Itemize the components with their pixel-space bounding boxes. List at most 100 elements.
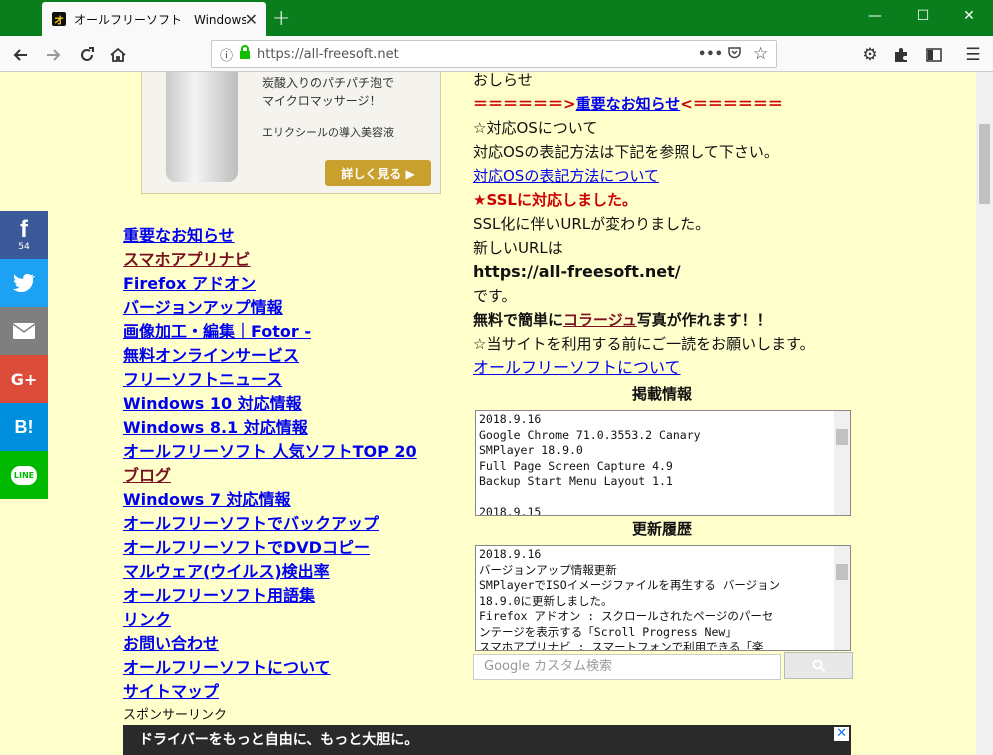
reload-icon[interactable] bbox=[74, 42, 100, 68]
share-bar: f 54 G+ B! LINE bbox=[0, 211, 48, 499]
important-notice-link[interactable]: 重要なお知らせ bbox=[576, 95, 681, 113]
gear-icon[interactable]: ⚙ bbox=[857, 42, 883, 68]
new-tab-button[interactable]: + bbox=[272, 6, 290, 31]
google-plus-share-button[interactable]: G+ bbox=[0, 355, 48, 403]
url-text: https://all-freesoft.net bbox=[257, 46, 399, 62]
history-textarea[interactable]: 2018.9.16 バージョンアップ情報更新 SMPlayerでISOイメージファイ… bbox=[475, 545, 851, 651]
email-share-button[interactable] bbox=[0, 307, 48, 355]
history-line: 2018.9.16 bbox=[479, 547, 542, 561]
twitter-bird-icon bbox=[13, 274, 35, 292]
nav-link[interactable]: Windows 10 対応情報 bbox=[123, 392, 417, 416]
nav-link[interactable]: サイトマップ bbox=[123, 680, 417, 704]
minimize-button[interactable]: — bbox=[860, 8, 890, 24]
notice-section: おしらせ ＝＝＝＝＝＝>重要なお知らせ<＝＝＝＝＝＝ ☆対応OSについて 対応O… bbox=[473, 68, 853, 380]
bookmark-star-icon[interactable]: ☆ bbox=[753, 44, 768, 64]
nav-link[interactable]: マルウェア(ウイルス)検出率 bbox=[123, 560, 417, 584]
forward-arrow-icon[interactable] bbox=[40, 42, 66, 68]
collage-link[interactable]: コラージュ bbox=[563, 311, 637, 329]
listing-line: 2018.9.16 bbox=[479, 412, 542, 426]
line-icon: LINE bbox=[10, 465, 38, 485]
scrollbar-thumb[interactable] bbox=[979, 124, 990, 204]
facebook-count: 54 bbox=[18, 242, 30, 252]
twitter-share-button[interactable] bbox=[0, 259, 48, 307]
hatena-bookmark-icon: B! bbox=[14, 416, 34, 437]
history-line: バージョンアップ情報更新 bbox=[479, 562, 617, 577]
navigation-toolbar: ⓘ https://all-freesoft.net ••• ☆ ⚙ ☰ bbox=[0, 36, 993, 72]
ssl-title: ★SSLに対応しました。 bbox=[473, 191, 637, 209]
nav-link[interactable]: スマホアプリナビ bbox=[123, 248, 417, 272]
nav-link[interactable]: お問い合わせ bbox=[123, 632, 417, 656]
search-button[interactable] bbox=[784, 652, 853, 679]
menu-hamburger-icon[interactable]: ☰ bbox=[960, 42, 986, 68]
back-arrow-icon[interactable] bbox=[8, 42, 34, 68]
listing-line: Full Page Screen Capture 4.9 bbox=[479, 458, 673, 473]
arrow-left: ＝＝＝＝＝＝> bbox=[473, 95, 576, 113]
nav-link[interactable]: オールフリーソフトでバックアップ bbox=[123, 512, 417, 536]
browser-tab[interactable]: オ オールフリーソフト Windows 7・8 ✕ bbox=[42, 2, 266, 36]
nav-link[interactable]: リンク bbox=[123, 608, 417, 632]
nav-link[interactable]: 重要なお知らせ bbox=[123, 224, 417, 248]
nav-link[interactable]: オールフリーソフトについて bbox=[123, 656, 417, 680]
address-bar[interactable]: ⓘ https://all-freesoft.net ••• ☆ bbox=[211, 40, 777, 68]
extensions-puzzle-icon[interactable] bbox=[888, 42, 914, 68]
listing-title: 掲載情報 bbox=[631, 385, 692, 403]
site-favicon-icon: オ bbox=[52, 12, 66, 27]
title-bar: オ オールフリーソフト Windows 7・8 ✕ + — ☐ ✕ bbox=[0, 0, 993, 36]
nav-link[interactable]: オールフリーソフトでDVDコピー bbox=[123, 536, 417, 560]
home-icon[interactable] bbox=[105, 42, 131, 68]
collage-pre: 無料で簡単に bbox=[473, 311, 564, 329]
history-scroll-thumb[interactable] bbox=[836, 564, 848, 580]
os-notation-link[interactable]: 対応OSの表記方法について bbox=[473, 167, 659, 185]
line-share-button[interactable]: LINE bbox=[0, 451, 48, 499]
listing-line bbox=[479, 490, 830, 506]
history-scrollbar[interactable] bbox=[834, 546, 850, 650]
nav-link[interactable]: 無料オンラインサービス bbox=[123, 344, 417, 368]
ad-close-icon[interactable]: ✕ bbox=[834, 727, 849, 741]
new-url: https://all-freesoft.net/ bbox=[473, 262, 681, 281]
notice-heading: おしらせ bbox=[473, 71, 533, 89]
sidebar-icon[interactable] bbox=[921, 42, 947, 68]
lock-icon bbox=[239, 45, 251, 63]
page-actions-icon[interactable]: ••• bbox=[698, 47, 723, 62]
nav-link[interactable]: 画像加工・編集｜Fotor - bbox=[123, 320, 417, 344]
history-lines: 2018.9.16 バージョンアップ情報更新 SMPlayerでISOイメージファイ… bbox=[479, 547, 830, 650]
os-text: 対応OSの表記方法は下記を参照して下さい。 bbox=[473, 143, 779, 161]
nav-link[interactable]: フリーソフトニュース bbox=[123, 368, 417, 392]
sponsor-label: スポンサーリンク bbox=[123, 708, 228, 723]
listing-lines: 2018.9.16 Google Chrome 71.0.3553.2 Canar… bbox=[479, 412, 830, 516]
tab-close-icon[interactable]: ✕ bbox=[245, 10, 258, 29]
nav-link[interactable]: Firefox アドオン bbox=[123, 272, 417, 296]
envelope-icon bbox=[13, 323, 35, 339]
nav-link[interactable]: Windows 8.1 対応情報 bbox=[123, 416, 417, 440]
history-line: SMPlayerでISOイメージファイルを再生する バージョン bbox=[479, 578, 781, 592]
info-icon[interactable]: ⓘ bbox=[220, 45, 233, 64]
page-scrollbar[interactable] bbox=[976, 72, 993, 755]
history-title: 更新履歴 bbox=[631, 520, 692, 538]
ssl-text: SSL化に伴いURLが変わりました。 bbox=[473, 215, 711, 233]
about-site-link[interactable]: オールフリーソフトについて bbox=[473, 358, 681, 377]
desu-text: です。 bbox=[473, 287, 517, 305]
close-window-button[interactable]: ✕ bbox=[954, 8, 984, 24]
ad-banner-top[interactable]: 炭酸入りのパチパチ泡で マイクロマッサージ！ エリクシールの導入美容液 詳しく見… bbox=[141, 72, 441, 194]
listing-line: 2018.9.15 bbox=[479, 505, 542, 516]
nav-link[interactable]: バージョンアップ情報 bbox=[123, 296, 417, 320]
maximize-button[interactable]: ☐ bbox=[908, 8, 938, 24]
hatena-share-button[interactable]: B! bbox=[0, 403, 48, 451]
ad-line-2: マイクロマッサージ！ bbox=[262, 94, 382, 108]
listing-scrollbar[interactable] bbox=[834, 411, 850, 515]
listing-scroll-thumb[interactable] bbox=[836, 429, 848, 445]
nav-link[interactable]: オールフリーソフト 人気ソフトTOP 20 bbox=[123, 440, 417, 464]
ad-banner-bottom[interactable]: ドライバーをもっと自由に、もっと大胆に。 ✕ bbox=[123, 725, 851, 755]
collage-line: 無料で簡単にコラージュ写真が作れます！！ bbox=[473, 308, 853, 332]
google-search-input[interactable]: Google カスタム検索 bbox=[473, 654, 781, 680]
nav-link[interactable]: ブログ bbox=[123, 464, 417, 488]
pocket-icon[interactable] bbox=[727, 45, 742, 64]
nav-link[interactable]: オールフリーソフト用語集 bbox=[123, 584, 417, 608]
nav-link[interactable]: Windows 7 対応情報 bbox=[123, 488, 417, 512]
listing-textarea[interactable]: 2018.9.16 Google Chrome 71.0.3553.2 Canar… bbox=[475, 410, 851, 516]
arrow-right: <＝＝＝＝＝＝ bbox=[680, 95, 783, 113]
facebook-share-button[interactable]: f 54 bbox=[0, 211, 48, 259]
listing-line: SMPlayer 18.9.0 bbox=[479, 443, 583, 457]
history-line: Firefox アドオン : スクロールされたページのパーセ bbox=[479, 609, 774, 623]
ad-more-button[interactable]: 詳しく見る ▶ bbox=[325, 160, 431, 186]
